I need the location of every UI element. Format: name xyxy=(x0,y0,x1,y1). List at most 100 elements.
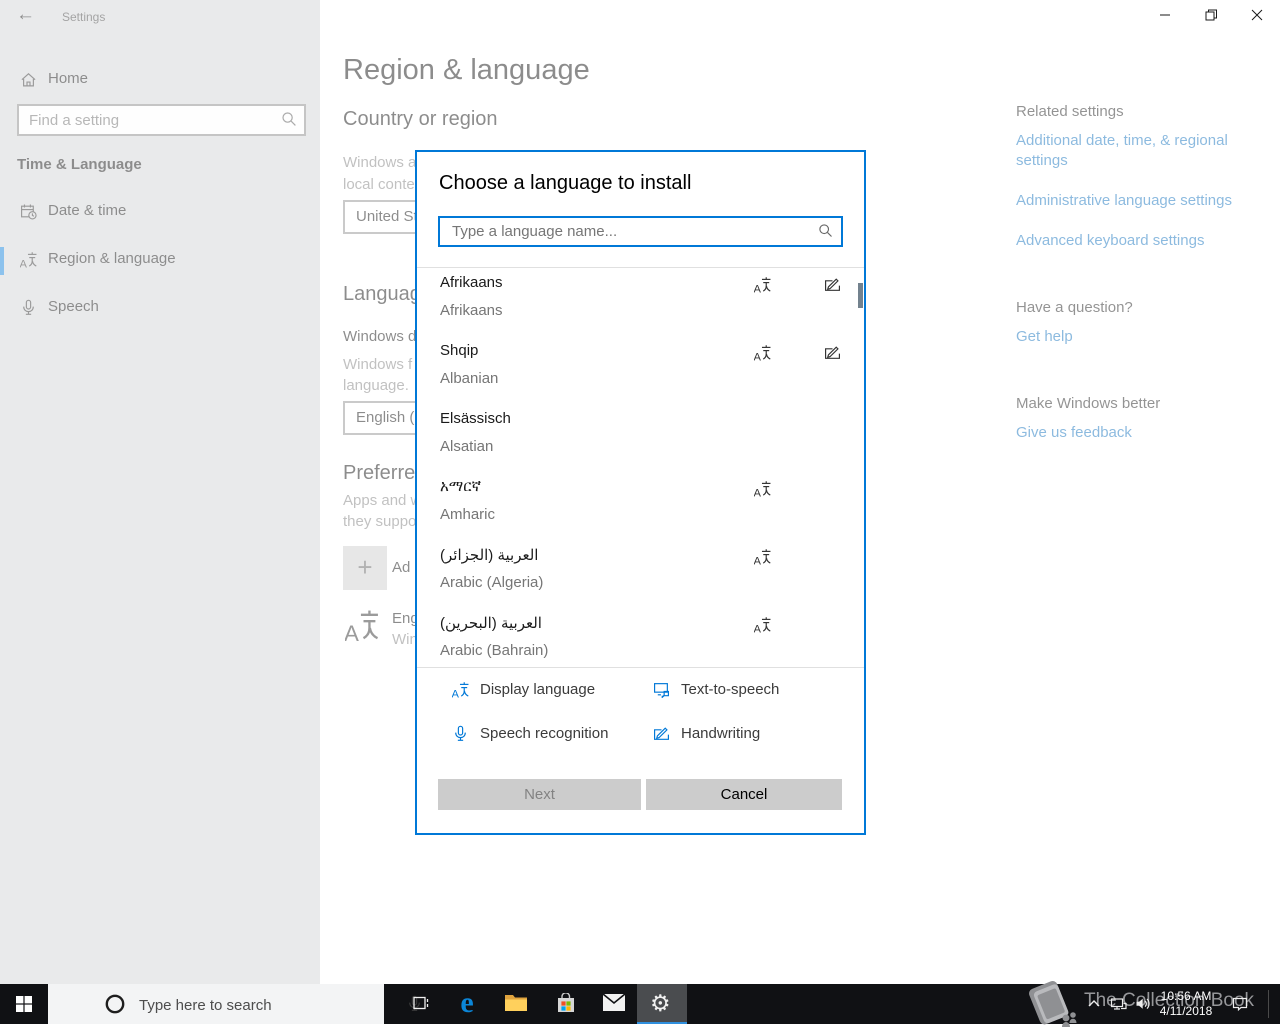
legend-handwriting: Handwriting xyxy=(681,725,761,742)
sidebar-item-label: Home xyxy=(48,70,89,87)
link-administrative-language[interactable]: Administrative language settings xyxy=(1016,191,1248,211)
sidebar-item-date-time[interactable]: Date & time xyxy=(0,190,320,234)
language-native-name: العربية (الجزائر) xyxy=(440,547,539,564)
link-get-help[interactable]: Get help xyxy=(1016,327,1248,347)
sidebar: ← Settings Home Time & Language Date & t… xyxy=(0,0,320,984)
network-icon[interactable] xyxy=(1110,995,1128,1013)
show-desktop-button[interactable] xyxy=(1268,990,1269,1018)
selected-item-accent-bar xyxy=(0,247,4,275)
language-search-box[interactable] xyxy=(438,216,843,247)
sidebar-item-label: Region & language xyxy=(48,250,176,267)
cancel-button[interactable]: Cancel xyxy=(646,779,842,810)
start-button[interactable] xyxy=(0,984,48,1024)
taskbar-settings-button[interactable]: ⚙ xyxy=(637,984,687,1024)
back-button[interactable]: ← xyxy=(16,4,35,26)
clock-time: 10:56 AM xyxy=(1160,989,1212,1003)
link-additional-date-time-regional[interactable]: Additional date, time, & regional settin… xyxy=(1016,131,1248,171)
make-windows-better-heading: Make Windows better xyxy=(1016,395,1161,412)
legend-text-to-speech: Text-to-speech xyxy=(681,681,780,698)
country-desc-line2: local conte xyxy=(343,176,415,193)
handwriting-icon xyxy=(825,278,840,291)
preferred-desc1: Apps and w xyxy=(343,492,422,509)
add-language-button[interactable]: + xyxy=(343,546,387,590)
display-language-icon xyxy=(754,480,771,497)
page-title: Region & language xyxy=(343,54,590,86)
display-language-icon xyxy=(754,344,771,361)
link-advanced-keyboard[interactable]: Advanced keyboard settings xyxy=(1016,231,1248,251)
language-search-input[interactable] xyxy=(450,220,814,243)
display-language-icon xyxy=(452,681,469,698)
window-title: Settings xyxy=(62,10,106,24)
task-view-button[interactable] xyxy=(398,984,442,1024)
sidebar-item-label: Speech xyxy=(48,298,99,315)
languages-heading: Languag xyxy=(343,283,421,305)
language-native-name: Elsässisch xyxy=(440,410,511,427)
file-explorer-icon xyxy=(505,995,527,1011)
preferred-desc2: they suppo xyxy=(343,513,417,530)
region-language-icon xyxy=(20,251,37,268)
language-list-item-alsatian[interactable]: Elsässisch Alsatian xyxy=(417,410,857,472)
sidebar-item-home[interactable]: Home xyxy=(0,58,320,102)
minimize-button[interactable] xyxy=(1142,0,1188,30)
plus-icon: + xyxy=(357,552,373,582)
display-language-select-value: English ( xyxy=(356,409,415,426)
task-view-icon xyxy=(413,996,429,1010)
language-list-item-albanian[interactable]: Shqip Albanian xyxy=(417,342,857,404)
language-english-name: Amharic xyxy=(440,506,496,523)
taskbar-mail-button[interactable] xyxy=(592,984,636,1024)
home-icon xyxy=(21,73,36,87)
speech-icon xyxy=(23,299,34,315)
taskbar-search-input[interactable] xyxy=(137,992,381,1018)
country-region-heading: Country or region xyxy=(343,108,498,130)
display-language-icon xyxy=(345,609,379,642)
handwriting-icon xyxy=(654,727,669,740)
display-language-icon xyxy=(754,276,771,293)
sidebar-section-header: Time & Language xyxy=(17,156,142,173)
sidebar-item-region-language[interactable]: Region & language xyxy=(0,238,320,282)
language-list-item-afrikaans[interactable]: Afrikaans Afrikaans xyxy=(417,274,857,336)
taskbar-edge-button[interactable]: e xyxy=(445,984,489,1024)
taskbar-file-explorer-button[interactable] xyxy=(494,984,538,1024)
divider xyxy=(417,667,864,668)
display-language-desc2: language. xyxy=(343,377,409,394)
taskbar-store-button[interactable] xyxy=(544,984,588,1024)
list-scrollbar[interactable] xyxy=(858,283,863,308)
divider xyxy=(417,267,864,268)
settings-search-box[interactable] xyxy=(17,104,306,136)
country-desc-line1: Windows a xyxy=(343,154,417,171)
next-button[interactable]: Next xyxy=(438,779,641,810)
action-center-icon[interactable] xyxy=(1231,995,1249,1013)
search-icon xyxy=(819,224,833,238)
taskbar-clock[interactable]: 10:56 AM 4/11/2018 xyxy=(1150,989,1222,1019)
taskbar-search-box[interactable] xyxy=(48,984,420,1024)
settings-search-input[interactable] xyxy=(27,108,271,132)
taskbar: The Collection Book e xyxy=(0,980,1280,1027)
language-english-name: Arabic (Bahrain) xyxy=(440,642,549,659)
restore-button[interactable] xyxy=(1188,0,1234,30)
mail-icon xyxy=(602,993,626,1011)
language-native-name: Shqip xyxy=(440,342,479,359)
language-list-item-amharic[interactable]: አማርኛ Amharic xyxy=(417,478,857,540)
text-to-speech-icon xyxy=(654,683,669,698)
country-select-value: United St xyxy=(356,208,418,225)
have-a-question-heading: Have a question? xyxy=(1016,299,1133,316)
close-button[interactable] xyxy=(1234,0,1280,30)
edge-icon: e xyxy=(460,986,474,1019)
language-native-name: العربية (البحرين) xyxy=(440,615,542,632)
show-hidden-icons-chevron[interactable] xyxy=(1085,995,1103,1013)
cortana-icon xyxy=(105,994,125,1014)
speech-recognition-icon xyxy=(455,725,466,741)
choose-language-dialog: Choose a language to install Afrikaans A… xyxy=(415,150,866,835)
sidebar-item-speech[interactable]: Speech xyxy=(0,286,320,330)
microsoft-store-icon xyxy=(558,993,574,1012)
display-language-desc1: Windows f xyxy=(343,356,413,373)
language-native-name: Afrikaans xyxy=(440,274,503,291)
add-language-label: Ad xyxy=(392,559,411,576)
language-english-name: Afrikaans xyxy=(440,302,503,319)
related-settings-heading: Related settings xyxy=(1016,103,1124,120)
installed-language-sub: Win xyxy=(392,631,418,648)
legend-display-language: Display language xyxy=(480,681,596,698)
language-list-item-arabic-algeria[interactable]: العربية (الجزائر) Arabic (Algeria) xyxy=(417,546,857,608)
display-language-label: Windows d xyxy=(343,328,417,345)
link-give-us-feedback[interactable]: Give us feedback xyxy=(1016,423,1248,443)
